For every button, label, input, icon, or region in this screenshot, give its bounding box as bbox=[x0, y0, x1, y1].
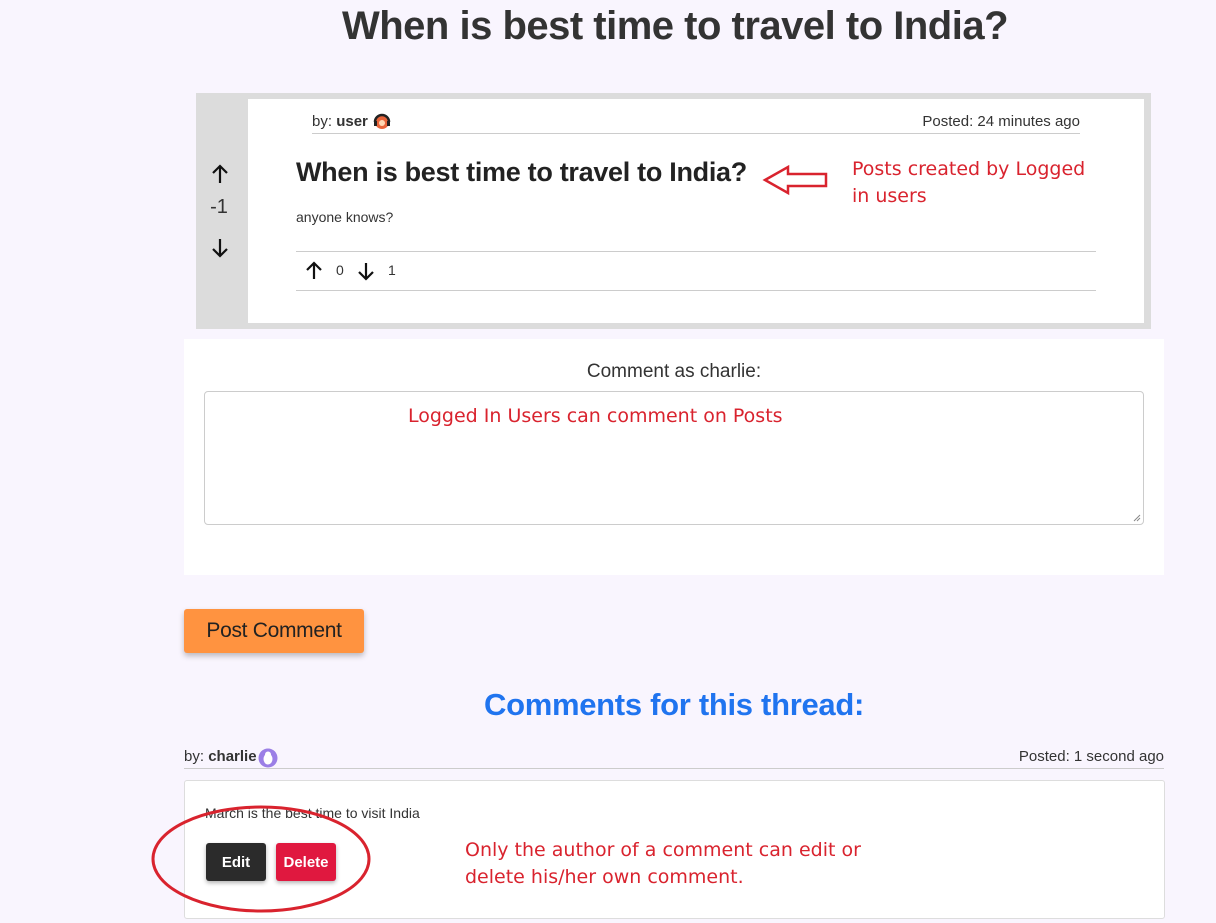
post-author-prefix: by: bbox=[312, 113, 333, 130]
upvote-arrow-icon[interactable] bbox=[209, 163, 231, 185]
downvote-count: 1 bbox=[388, 262, 396, 278]
annotation-comment: Logged In Users can comment on Posts bbox=[408, 405, 783, 427]
post-card: -1 by: user Posted: 24 minutes ago When … bbox=[196, 93, 1151, 329]
post-vote-bar: 0 1 bbox=[296, 251, 1096, 291]
comment-author-name[interactable]: charlie bbox=[208, 748, 256, 765]
user-avatar-icon bbox=[373, 113, 391, 129]
user-avatar-icon bbox=[258, 748, 278, 768]
annotation-author: Only the author of a comment can edit or… bbox=[465, 839, 861, 888]
comment-meta: by: charlie Posted: 1 second ago bbox=[184, 746, 1164, 769]
comment-form: Comment as charlie: Logged In Users can … bbox=[184, 339, 1164, 575]
post-meta: by: user Posted: 24 minutes ago bbox=[312, 111, 1080, 134]
post-comment-button[interactable]: Post Comment bbox=[184, 609, 364, 653]
post-author: by: user bbox=[312, 113, 392, 130]
post-posted-time: Posted: 24 minutes ago bbox=[922, 113, 1080, 130]
vote-column: -1 bbox=[196, 93, 248, 329]
page-title: When is best time to travel to India? bbox=[341, 4, 1009, 48]
comment-label: Comment as charlie: bbox=[586, 361, 762, 382]
comment-posted-time: Posted: 1 second ago bbox=[1018, 748, 1164, 765]
annotation-ellipse-icon bbox=[151, 805, 371, 913]
upvote-arrow-icon[interactable] bbox=[304, 261, 324, 281]
annotation-arrow-icon bbox=[762, 164, 828, 196]
downvote-arrow-icon[interactable] bbox=[209, 237, 231, 259]
resize-grip-icon[interactable] bbox=[1133, 514, 1141, 522]
post-content: by: user Posted: 24 minutes ago When is … bbox=[248, 99, 1144, 323]
upvote-count: 0 bbox=[336, 262, 344, 278]
annotation-posts: Posts created by Logged in users bbox=[852, 158, 1086, 207]
comment-author: by: charlie bbox=[184, 748, 257, 765]
downvote-arrow-icon[interactable] bbox=[356, 261, 376, 281]
post-heading: When is best time to travel to India? bbox=[296, 157, 747, 187]
post-body: anyone knows? bbox=[296, 209, 394, 225]
post-author-name[interactable]: user bbox=[336, 113, 368, 130]
vote-score: -1 bbox=[210, 196, 228, 218]
comments-heading: Comments for this thread: bbox=[483, 687, 865, 722]
comment-author-prefix: by: bbox=[184, 748, 205, 765]
